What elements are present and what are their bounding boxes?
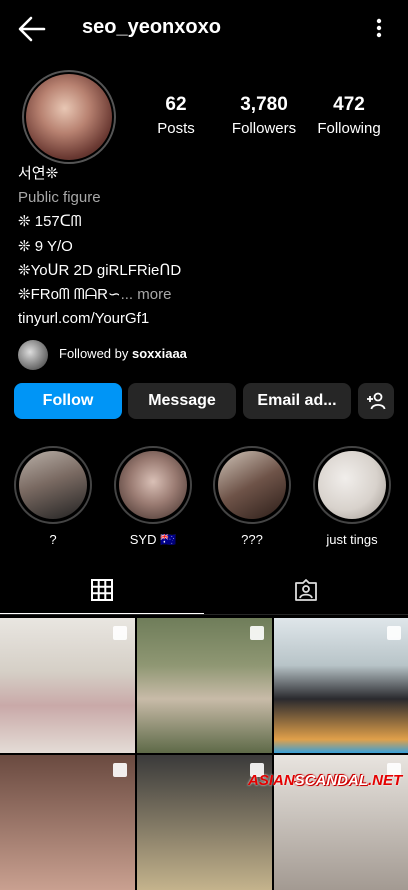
watermark-part: SCANDAL	[294, 772, 369, 789]
followers-number: 3,780	[240, 94, 288, 115]
highlight-ring	[313, 446, 391, 524]
watermark-part: .NET	[368, 772, 403, 789]
tagged-person-icon	[295, 579, 317, 601]
profile-tabs	[0, 566, 408, 615]
bio-line-truncated: ❊FRoᗰ ᗰᗩR∽... more	[18, 283, 388, 307]
followers-label: Followers	[231, 120, 297, 137]
display-name: 서연❊	[18, 165, 59, 182]
highlight-label: just tings	[326, 532, 378, 547]
top-bar: seo_yeonxoxo	[0, 0, 408, 56]
more-link[interactable]: ... more	[121, 286, 172, 303]
following-count[interactable]: 472 Following	[312, 94, 386, 137]
followed-by-text: Followed by soxxiaaa	[59, 346, 187, 361]
grid-post[interactable]	[0, 618, 135, 753]
highlight-item[interactable]: ???	[213, 446, 291, 547]
bio-line: ❊YoᑌR 2D giRLFRieᑎD	[18, 261, 182, 279]
more-options-icon[interactable]	[376, 18, 382, 38]
email-button[interactable]: Email ad...	[243, 383, 351, 419]
highlight-label: ?	[49, 532, 57, 547]
followed-by-prefix: Followed by	[59, 346, 132, 361]
highlight-label: SYD 🇦🇺	[129, 532, 177, 547]
bio-line: ❊ 157ᑕᗰ	[18, 213, 82, 231]
highlight-cover	[318, 451, 386, 519]
highlight-ring	[14, 446, 92, 524]
highlight-cover	[19, 451, 87, 519]
highlight-item[interactable]: ?	[14, 446, 92, 547]
highlight-ring	[114, 446, 192, 524]
profile-username: seo_yeonxoxo	[82, 16, 221, 38]
multiple-photos-icon	[113, 763, 127, 777]
multiple-photos-icon	[387, 626, 401, 640]
follower-avatar	[18, 340, 48, 370]
suggest-people-button[interactable]	[358, 383, 394, 419]
multiple-photos-icon	[113, 626, 127, 640]
grid-icon	[91, 578, 113, 601]
posts-label: Posts	[157, 120, 195, 137]
message-button[interactable]: Message	[128, 383, 236, 419]
highlight-ring	[213, 446, 291, 524]
watermark: ASIANSCANDAL.NET	[248, 772, 402, 789]
profile-bio: 서연❊ Public figure ❊ 157ᑕᗰ ❊ 9 Y/O ❊YoᑌR …	[18, 162, 388, 331]
tab-tagged[interactable]	[204, 566, 408, 614]
bio-line: ❊FRoᗰ ᗰᗩR∽	[18, 286, 121, 304]
highlight-item[interactable]: SYD 🇦🇺	[114, 446, 192, 548]
grid-post[interactable]	[274, 618, 408, 753]
multiple-photos-icon	[250, 626, 264, 640]
grid-post[interactable]	[137, 618, 272, 753]
highlight-cover	[119, 451, 187, 519]
highlight-label: ???	[241, 532, 263, 547]
watermark-part: ASIAN	[248, 772, 295, 789]
category-label: Public figure	[18, 189, 101, 207]
bio-link[interactable]: tinyurl.com/YourGf1	[18, 307, 388, 331]
highlight-cover	[218, 451, 286, 519]
following-number: 472	[333, 94, 365, 115]
grid-post[interactable]	[0, 755, 135, 890]
bio-line: ❊ 9 Y/O	[18, 237, 73, 255]
followers-count[interactable]: 3,780 Followers	[226, 94, 302, 137]
back-arrow-icon[interactable]	[18, 16, 46, 42]
following-label: Following	[317, 120, 381, 137]
add-person-icon	[367, 392, 386, 410]
posts-number: 62	[165, 94, 187, 115]
tab-posts-grid[interactable]	[0, 566, 204, 614]
highlight-item[interactable]: just tings	[313, 446, 391, 547]
profile-avatar[interactable]	[26, 74, 112, 160]
follow-button[interactable]: Follow	[14, 383, 122, 419]
followed-by-user: soxxiaaa	[131, 346, 187, 361]
posts-count[interactable]: 62 Posts	[150, 94, 202, 137]
